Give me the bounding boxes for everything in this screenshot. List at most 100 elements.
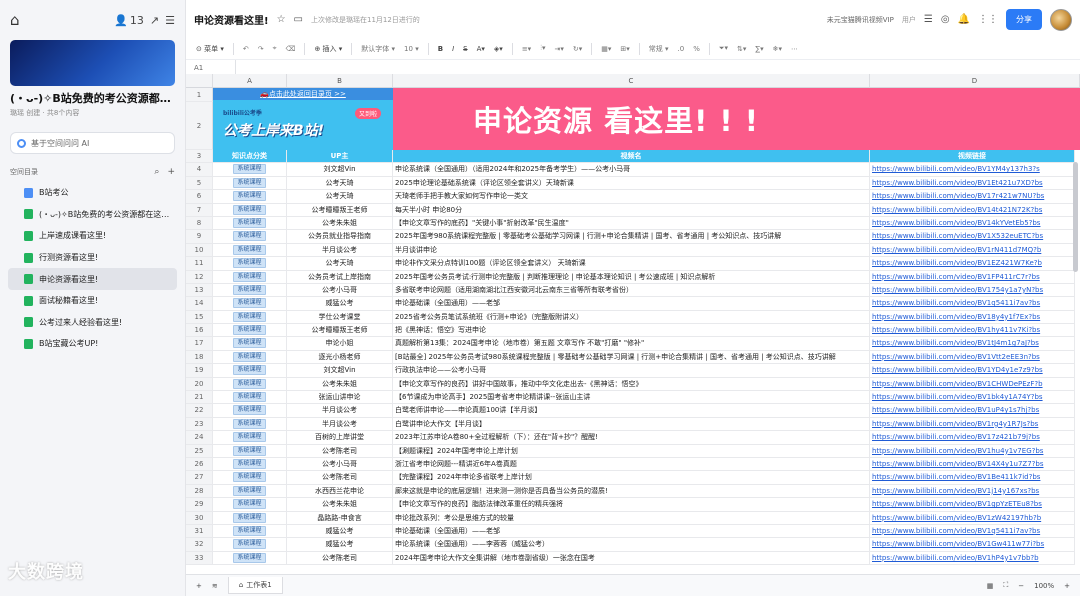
video-link-cell[interactable]: https://www.bilibili.com/video/BV17r421w… — [870, 190, 1075, 203]
row-number[interactable]: 10 — [186, 243, 213, 257]
ask-ai-button[interactable]: 基于空间问问 AI — [10, 132, 175, 154]
video-link-cell[interactable]: https://www.bilibili.com/video/BV14t421N… — [870, 203, 1075, 216]
uploader-cell[interactable]: 威猛公考 — [287, 538, 393, 551]
insert-button[interactable]: ⊕ 插入 ▾ — [314, 44, 342, 54]
uploader-cell[interactable]: 公考天琦 — [287, 257, 393, 270]
category-cell[interactable]: 系统课程 — [213, 310, 287, 324]
banner-title-cell[interactable]: 申论资源 看这里! ! ! — [393, 88, 1080, 150]
video-name-cell[interactable]: 天琦老师手把手教大家如何写作申论一类文 — [393, 190, 870, 203]
members-button[interactable]: 👤 13 — [114, 14, 144, 27]
sidebar-item[interactable]: 申论资源看这里! — [8, 268, 177, 290]
category-cell[interactable]: 系统课程 — [213, 524, 287, 538]
uploader-cell[interactable]: 逐光小杨老师 — [287, 350, 393, 364]
uploader-cell[interactable]: 公考瞳瞳叛王老师 — [287, 324, 393, 337]
uploader-cell[interactable]: 威猛公考 — [287, 524, 393, 538]
home-icon[interactable]: ⌂ — [10, 11, 20, 29]
italic-icon[interactable]: I — [452, 45, 454, 53]
video-name-cell[interactable]: 申论非作文采分点特训100题（评论区领全套讲义） 天琦新课 — [393, 257, 870, 270]
video-name-cell[interactable]: 2025年国考公务员考试:行测申论完整版 | 判断推理理论 | 申论基本理论知识… — [393, 270, 870, 283]
category-cell[interactable]: 系统课程 — [213, 257, 287, 270]
row-number[interactable]: 17 — [186, 337, 213, 350]
valign-icon[interactable]: ⫶▾ — [540, 44, 545, 53]
category-cell[interactable]: 系统课程 — [213, 431, 287, 444]
category-cell[interactable]: 系统课程 — [213, 203, 287, 216]
row-number[interactable]: 31 — [186, 524, 213, 538]
row-number[interactable]: 14 — [186, 297, 213, 310]
uploader-cell[interactable]: 半月谈公考 — [287, 243, 393, 257]
row-number[interactable]: 15 — [186, 310, 213, 324]
corner-cell[interactable] — [186, 74, 213, 87]
row-number[interactable]: 33 — [186, 551, 213, 565]
formula-icon[interactable]: ∑▾ — [755, 45, 763, 53]
sheet-list-icon[interactable]: ≋ — [212, 582, 218, 590]
uploader-cell[interactable]: 申论小姐 — [287, 337, 393, 350]
video-link-cell[interactable]: https://www.bilibili.com/video/BV1rg4y1R… — [870, 417, 1075, 431]
video-name-cell[interactable]: 2024年国考申论大作文全集讲解（地市卷副省级）一张念在国考 — [393, 551, 870, 565]
uploader-cell[interactable]: 半月谈公考 — [287, 417, 393, 431]
column-header-d[interactable]: D — [870, 74, 1080, 87]
banner-image-cell[interactable]: 🚗点击此处返回目录页 >> bilibili公考季 公考上岸来B站! 又到啦 — [213, 88, 393, 150]
filter-icon[interactable]: ⏷▾ — [719, 44, 728, 53]
category-cell[interactable]: 系统课程 — [213, 270, 287, 283]
video-link-cell[interactable]: https://www.bilibili.com/video/BV1bk4y1A… — [870, 391, 1075, 404]
row-number[interactable]: 24 — [186, 431, 213, 444]
uploader-cell[interactable]: 水西西兰花申论 — [287, 484, 393, 498]
avatar[interactable] — [1050, 8, 1072, 31]
zoom-out-icon[interactable]: − — [1018, 582, 1024, 590]
video-link-cell[interactable]: https://www.bilibili.com/video/BV1hy411v… — [870, 324, 1075, 337]
freeze-icon[interactable]: ❄▾ — [773, 45, 782, 53]
uploader-cell[interactable]: 张运山讲申论 — [287, 391, 393, 404]
column-header-c[interactable]: C — [393, 74, 870, 87]
category-cell[interactable]: 系统课程 — [213, 230, 287, 243]
video-link-cell[interactable]: https://www.bilibili.com/video/BV1Vtt2eE… — [870, 350, 1075, 364]
header-uploader[interactable]: UP主 — [287, 150, 393, 163]
row-number[interactable]: 4 — [186, 163, 213, 176]
row-number[interactable]: 11 — [186, 257, 213, 270]
percent-icon[interactable]: % — [693, 45, 700, 53]
video-name-cell[interactable]: 2025申论理论基础系统课（评论区领全套讲义）天琦新课 — [393, 176, 870, 190]
video-name-cell[interactable]: 【6节课成为申论高手】2025国考省考申论精讲课--张运山主讲 — [393, 391, 870, 404]
video-name-cell[interactable]: 浙江省考申论网题---精讲近6年A卷真题 — [393, 457, 870, 471]
row-number[interactable]: 16 — [186, 324, 213, 337]
video-name-cell[interactable]: 【涮题课程】2024年国考申论上岸计划 — [393, 444, 870, 457]
sidebar-item[interactable]: B站考公 — [0, 182, 185, 204]
row-number[interactable]: 26 — [186, 457, 213, 471]
video-name-cell[interactable]: 2025年国考980系统课程完整版 | 零基础考公基础学习网课 | 行测+申论合… — [393, 230, 870, 243]
video-name-cell[interactable]: 白鹭讲申论大作文【半月谈】 — [393, 417, 870, 431]
video-name-cell[interactable]: 【申论文章写作的良药】讲好中国故事，推动中华文化走出去-《黑神话：悟空》 — [393, 377, 870, 391]
category-cell[interactable]: 系统课程 — [213, 337, 287, 350]
row-number[interactable]: 5 — [186, 176, 213, 190]
category-cell[interactable]: 系统课程 — [213, 297, 287, 310]
row-number[interactable]: 3 — [186, 150, 213, 163]
uploader-cell[interactable]: 公考朱朱姐 — [287, 498, 393, 511]
category-cell[interactable]: 系统课程 — [213, 243, 287, 257]
user-label[interactable]: 用户 — [902, 15, 916, 25]
rotate-icon[interactable]: ↻▾ — [573, 45, 582, 53]
category-cell[interactable]: 系统课程 — [213, 190, 287, 203]
vip-promo[interactable]: 未元宝猫腾讯视频VIP — [827, 15, 894, 25]
back-to-directory-link[interactable]: 🚗点击此处返回目录页 >> — [213, 88, 393, 100]
row-number[interactable]: 12 — [186, 270, 213, 283]
row-number[interactable]: 28 — [186, 484, 213, 498]
video-link-cell[interactable]: https://www.bilibili.com/video/BV1uP4y1s… — [870, 404, 1075, 417]
category-cell[interactable]: 系统课程 — [213, 377, 287, 391]
category-cell[interactable]: 系统课程 — [213, 484, 287, 498]
video-link-cell[interactable]: https://www.bilibili.com/video/BV18y4y1f… — [870, 310, 1075, 324]
row-number[interactable]: 18 — [186, 350, 213, 364]
row-number[interactable]: 9 — [186, 230, 213, 243]
row-number[interactable]: 22 — [186, 404, 213, 417]
video-name-cell[interactable]: 把《黑神话：悟空》写进申论 — [393, 324, 870, 337]
category-cell[interactable]: 系统课程 — [213, 417, 287, 431]
video-link-cell[interactable]: https://www.bilibili.com/video/BV14X4y1u… — [870, 457, 1075, 471]
sidebar-item[interactable]: B站宝藏公考UP! — [0, 333, 185, 355]
format-painter-icon[interactable]: ⌖ — [273, 44, 277, 53]
video-link-cell[interactable]: https://www.bilibili.com/video/BV1YD4y1e… — [870, 364, 1075, 377]
header-category[interactable]: 知识点分类 — [213, 150, 287, 163]
video-link-cell[interactable]: https://www.bilibili.com/video/BV1hP4y1v… — [870, 551, 1075, 565]
video-name-cell[interactable]: 申论系统课（全国通用）（适用2024年和2025年备考学生）——公考小马哥 — [393, 163, 870, 176]
uploader-cell[interactable]: 公考瞳瞳叛王老师 — [287, 203, 393, 216]
uploader-cell[interactable]: 公考天琦 — [287, 190, 393, 203]
uploader-cell[interactable]: 晶路路-申食言 — [287, 511, 393, 524]
zoom-level[interactable]: 100% — [1034, 582, 1054, 590]
uploader-cell[interactable]: 半月谈公考 — [287, 404, 393, 417]
